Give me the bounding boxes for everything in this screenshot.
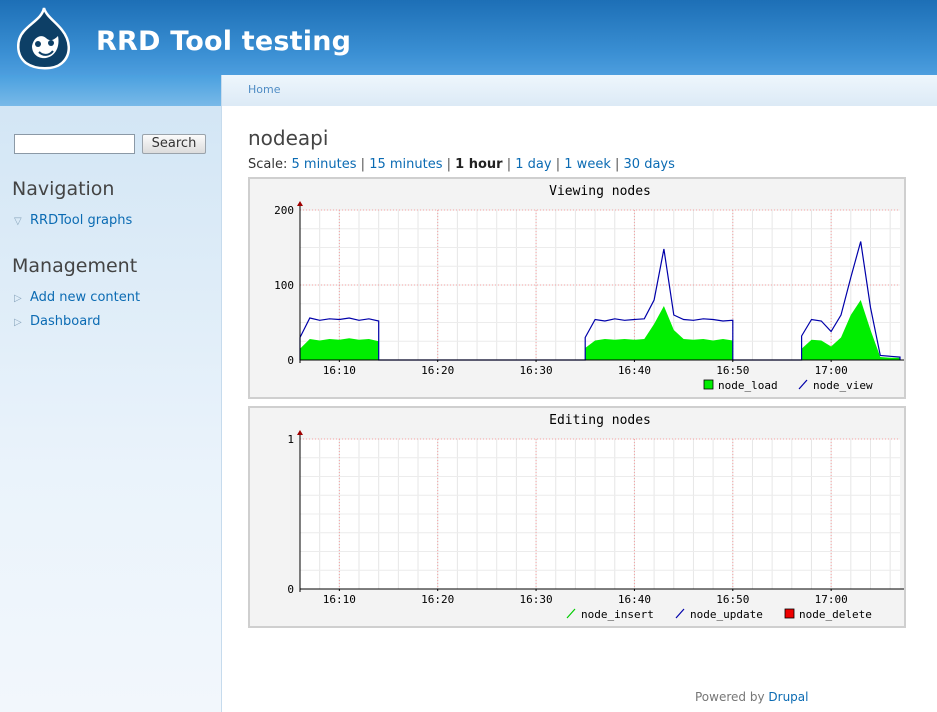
- x-tick-label: 16:40: [618, 364, 651, 377]
- search-button[interactable]: Search: [142, 134, 206, 154]
- editing-nodes-graph: 16:10 16:20 16:30 16:40 16:50 17:00 0 1 Editing …: [248, 406, 906, 628]
- navigation-title: Navigation: [12, 178, 115, 200]
- legend-swatch: [798, 379, 808, 390]
- site-header: RRD Tool testing: [0, 0, 937, 75]
- sidebar-item-label: Dashboard: [30, 314, 101, 329]
- scale-15-minutes-link[interactable]: 15 minutes: [369, 157, 442, 172]
- x-tick-label: 16:10: [323, 364, 356, 377]
- drupal-logo-icon[interactable]: [12, 6, 74, 70]
- viewing-nodes-graph: 16:10 16:20 16:30 16:40 16:50 17:00 0 100 200 Vie…: [248, 177, 906, 399]
- page-title: nodeapi: [248, 126, 329, 150]
- footer-prefix: Powered by: [695, 690, 765, 704]
- y-tick-label: 200: [274, 204, 294, 217]
- y-tick-label: 0: [287, 354, 294, 367]
- y-tick-label: 100: [274, 279, 294, 292]
- scale-5-minutes-link[interactable]: 5 minutes: [292, 157, 357, 172]
- legend-label: node_update: [690, 608, 763, 621]
- separator: |: [506, 157, 512, 172]
- legend-swatch: [566, 608, 576, 619]
- x-tick-label: 16:50: [716, 593, 749, 606]
- legend-label: node_view: [813, 379, 873, 392]
- x-tick-label: 17:00: [815, 364, 848, 377]
- scale-label: Scale:: [248, 157, 288, 172]
- sidebar-item-label: Add new content: [30, 290, 141, 305]
- search-input[interactable]: [14, 134, 135, 154]
- y-axis-arrow: [297, 201, 303, 206]
- scale-1-day-link[interactable]: 1 day: [515, 157, 551, 172]
- legend-label: node_insert: [581, 608, 654, 621]
- separator: |: [446, 157, 452, 172]
- legend-label: node_delete: [799, 608, 872, 621]
- sidebar-item-rrdtool-graphs[interactable]: ▽ RRDTool graphs: [14, 213, 132, 229]
- x-tick-label: 17:00: [815, 593, 848, 606]
- site-name[interactable]: RRD Tool testing: [96, 28, 351, 55]
- breadcrumb: Home: [248, 83, 280, 96]
- legend-swatch: [675, 608, 685, 619]
- y-axis-arrow: [297, 430, 303, 435]
- triangle-down-icon: ▽: [14, 216, 22, 227]
- footer: Powered by Drupal: [695, 690, 808, 704]
- x-tick-label: 16:20: [421, 593, 454, 606]
- legend-swatch: [703, 379, 714, 390]
- chart-title: Editing nodes: [549, 413, 651, 428]
- legend-label: node_load: [718, 379, 778, 392]
- scale-1-week-link[interactable]: 1 week: [564, 157, 611, 172]
- triangle-right-icon: ▷: [14, 293, 22, 304]
- management-title: Management: [12, 255, 138, 277]
- x-tick-label: 16:10: [323, 593, 356, 606]
- x-tick-label: 16:50: [716, 364, 749, 377]
- x-tick-label: 16:40: [618, 593, 651, 606]
- triangle-right-icon: ▷: [14, 317, 22, 328]
- separator: |: [360, 157, 366, 172]
- rrd-graph-svg: 16:10 16:20 16:30 16:40 16:50 17:00 0 100 200 Vie…: [274, 184, 904, 392]
- sidebar-divider: [221, 75, 222, 712]
- y-tick-label: 0: [287, 583, 294, 596]
- rrd-graph-svg: 16:10 16:20 16:30 16:40 16:50 17:00 0 1 Editing …: [287, 413, 904, 621]
- y-tick-label: 1: [287, 433, 294, 446]
- separator: |: [555, 157, 561, 172]
- breadcrumb-home-link[interactable]: Home: [248, 83, 280, 96]
- chart-title: Viewing nodes: [549, 184, 651, 199]
- sidebar-item-dashboard[interactable]: ▷ Dashboard: [14, 314, 101, 330]
- legend-swatch: [784, 608, 795, 619]
- sidebar-item-add-new-content[interactable]: ▷ Add new content: [14, 290, 140, 306]
- scale-30-days-link[interactable]: 30 days: [624, 157, 675, 172]
- x-tick-label: 16:30: [520, 593, 553, 606]
- drupal-link[interactable]: Drupal: [768, 690, 808, 704]
- breadcrumb-bar: [222, 75, 937, 106]
- scale-selector: Scale: 5 minutes | 15 minutes | 1 hour |…: [248, 157, 675, 172]
- x-tick-label: 16:20: [421, 364, 454, 377]
- sidebar-item-label: RRDTool graphs: [30, 213, 133, 228]
- x-tick-label: 16:30: [520, 364, 553, 377]
- separator: |: [614, 157, 620, 172]
- scale-1-hour-current: 1 hour: [455, 157, 503, 172]
